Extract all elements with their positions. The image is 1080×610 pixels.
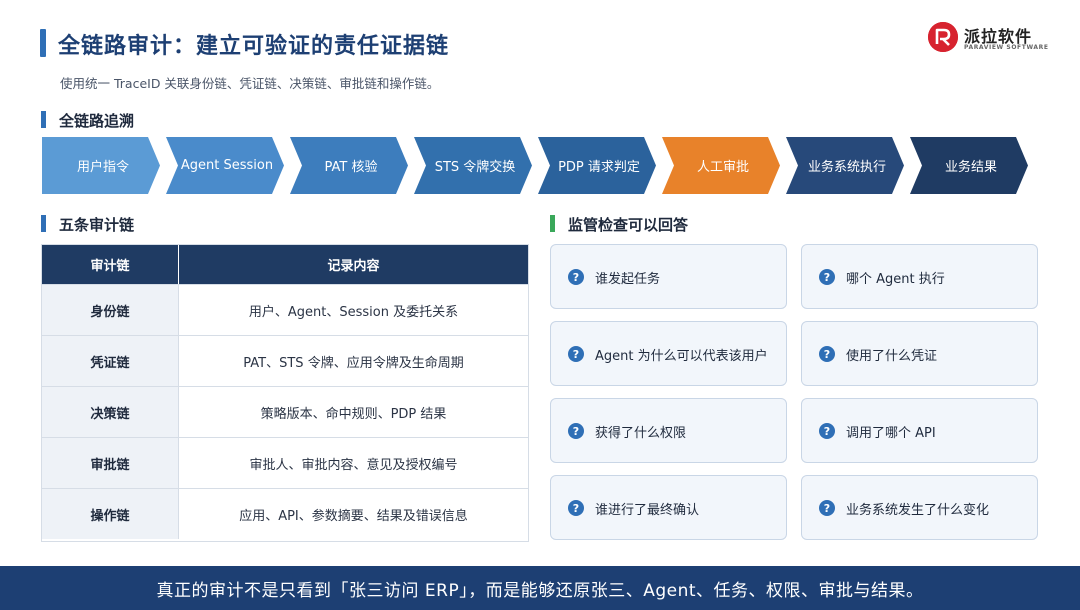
page-title: 全链路审计：建立可验证的责任证据链 bbox=[58, 34, 450, 59]
title-accent-bar bbox=[40, 29, 46, 57]
questions-section-title: 监管检查可以回答 bbox=[568, 216, 689, 234]
chain-name: 审批链 bbox=[42, 438, 179, 488]
question-card: ? 调用了哪个 API bbox=[801, 398, 1038, 463]
trace-flow: 用户指令 Agent Session PAT 核验 STS 令牌交换 PDP 请求判定 人… bbox=[42, 137, 1032, 194]
question-icon: ? bbox=[819, 346, 835, 362]
question-text: 调用了哪个 API bbox=[846, 426, 936, 441]
section-accent-bar bbox=[41, 215, 46, 232]
trace-step: PDP 请求判定 bbox=[538, 137, 656, 194]
trace-step: Agent Session bbox=[166, 137, 284, 194]
question-card: ? Agent 为什么可以代表该用户 bbox=[550, 321, 787, 386]
question-text: 哪个 Agent 执行 bbox=[846, 272, 945, 287]
table-row: 决策链 策略版本、命中规则、PDP 结果 bbox=[42, 386, 528, 437]
question-icon: ? bbox=[568, 423, 584, 439]
trace-step-label: 人工审批 bbox=[696, 160, 749, 175]
section-accent-bar bbox=[41, 111, 46, 128]
trace-step-label: 业务结果 bbox=[944, 160, 997, 175]
trace-step-label: PAT 核验 bbox=[324, 160, 378, 175]
question-card: ? 业务系统发生了什么变化 bbox=[801, 475, 1038, 540]
question-icon: ? bbox=[819, 423, 835, 439]
trace-step: 人工审批 bbox=[662, 137, 780, 194]
logo-mark-icon bbox=[928, 22, 958, 52]
section-accent-bar bbox=[550, 215, 555, 232]
trace-step-label: 用户指令 bbox=[76, 160, 129, 175]
trace-step: 业务结果 bbox=[910, 137, 1028, 194]
page-subtitle: 使用统一 TraceID 关联身份链、凭证链、决策链、审批链和操作链。 bbox=[60, 76, 440, 91]
table-row: 审批链 审批人、审批内容、意见及授权编号 bbox=[42, 437, 528, 488]
chain-content: PAT、STS 令牌、应用令牌及生命周期 bbox=[243, 355, 464, 371]
table-row: 操作链 应用、API、参数摘要、结果及错误信息 bbox=[42, 488, 528, 539]
question-icon: ? bbox=[568, 346, 584, 362]
chain-name: 凭证链 bbox=[42, 336, 179, 386]
trace-step-label: PDP 请求判定 bbox=[558, 160, 640, 175]
table-header-content: 记录内容 bbox=[327, 259, 380, 274]
footer-banner: 真正的审计不是只看到「张三访问 ERP」，而是能够还原张三、Agent、任务、权… bbox=[0, 566, 1080, 610]
table-header: 审计链 记录内容 bbox=[42, 245, 528, 284]
chain-content: 应用、API、参数摘要、结果及错误信息 bbox=[239, 508, 468, 524]
question-text: 谁发起任务 bbox=[595, 272, 661, 287]
table-row: 凭证链 PAT、STS 令牌、应用令牌及生命周期 bbox=[42, 335, 528, 386]
company-logo: 派拉软件 PARAVIEW SOFTWARE bbox=[928, 22, 1048, 56]
question-card: ? 谁进行了最终确认 bbox=[550, 475, 787, 540]
audit-chain-table: 审计链 记录内容 身份链 用户、Agent、Session 及委托关系 凭证链 … bbox=[41, 244, 529, 542]
question-card: ? 使用了什么凭证 bbox=[801, 321, 1038, 386]
logo-subtitle: PARAVIEW SOFTWARE bbox=[964, 44, 1049, 51]
trace-step-label: Agent Session bbox=[180, 158, 274, 173]
table-header-chain: 审计链 bbox=[42, 245, 179, 284]
question-icon: ? bbox=[819, 500, 835, 516]
chain-content: 策略版本、命中规则、PDP 结果 bbox=[260, 406, 447, 422]
trace-step-label: 业务系统执行 bbox=[807, 160, 886, 175]
trace-step: 业务系统执行 bbox=[786, 137, 904, 194]
chain-content: 用户、Agent、Session 及委托关系 bbox=[248, 304, 459, 320]
question-text: 谁进行了最终确认 bbox=[595, 503, 700, 518]
question-text: Agent 为什么可以代表该用户 bbox=[595, 349, 768, 364]
question-card: ? 哪个 Agent 执行 bbox=[801, 244, 1038, 309]
slide: 全链路审计：建立可验证的责任证据链 使用统一 TraceID 关联身份链、凭证链… bbox=[0, 0, 1080, 610]
question-card: ? 获得了什么权限 bbox=[550, 398, 787, 463]
questions-section-header: 监管检查可以回答 bbox=[550, 214, 800, 234]
question-card: ? 谁发起任务 bbox=[550, 244, 787, 309]
footer-text: 真正的审计不是只看到「张三访问 ERP」，而是能够还原张三、Agent、任务、权… bbox=[156, 580, 924, 601]
question-icon: ? bbox=[568, 500, 584, 516]
trace-step: PAT 核验 bbox=[290, 137, 408, 194]
chain-name: 操作链 bbox=[42, 489, 179, 539]
question-icon: ? bbox=[568, 269, 584, 285]
trace-step: 用户指令 bbox=[42, 137, 160, 194]
question-text: 业务系统发生了什么变化 bbox=[846, 503, 990, 518]
trace-section-title: 全链路追溯 bbox=[59, 112, 135, 130]
trace-step: STS 令牌交换 bbox=[414, 137, 532, 194]
chain-content: 审批人、审批内容、意见及授权编号 bbox=[249, 457, 458, 473]
trace-step-label: STS 令牌交换 bbox=[434, 160, 516, 175]
chain-name: 身份链 bbox=[42, 285, 179, 335]
question-text: 使用了什么凭证 bbox=[846, 349, 938, 364]
trace-section-header: 全链路追溯 bbox=[41, 110, 241, 130]
chains-section-header: 五条审计链 bbox=[41, 214, 241, 234]
chain-name: 决策链 bbox=[42, 387, 179, 437]
question-text: 获得了什么权限 bbox=[595, 426, 687, 441]
table-row: 身份链 用户、Agent、Session 及委托关系 bbox=[42, 284, 528, 335]
chains-section-title: 五条审计链 bbox=[59, 216, 135, 234]
question-icon: ? bbox=[819, 269, 835, 285]
